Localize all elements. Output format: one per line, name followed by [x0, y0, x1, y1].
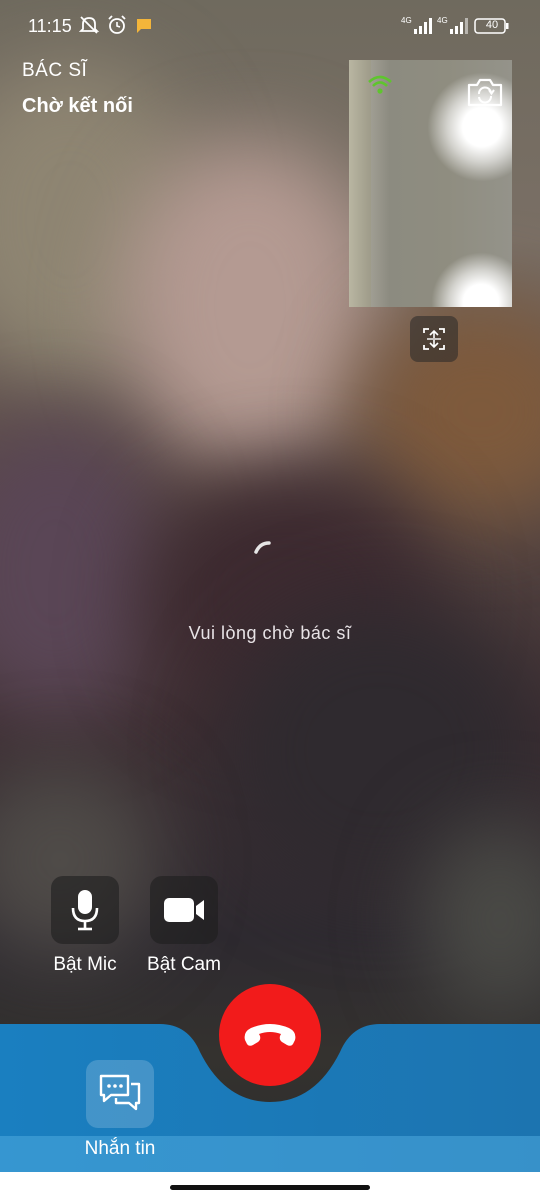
end-call-button[interactable]	[219, 984, 321, 1086]
chat-label: Nhắn tin	[84, 1138, 156, 1159]
signal-1-icon: 4G	[400, 16, 434, 41]
callee-role: BÁC SĨ	[22, 60, 88, 81]
camera-toggle-button[interactable]	[150, 876, 218, 944]
camera-toggle-label: Bật Cam	[147, 954, 221, 975]
chat-button[interactable]	[86, 1060, 154, 1128]
battery-level: 40	[485, 19, 499, 31]
swap-video-button[interactable]	[410, 316, 458, 362]
status-bar: 11:15 4G 4G 40	[0, 0, 540, 54]
notification-message-icon	[136, 18, 152, 39]
loading-spinner-icon	[254, 541, 271, 554]
switch-camera-icon[interactable]	[466, 76, 504, 113]
status-time: 11:15	[28, 16, 72, 36]
home-gesture-bar[interactable]	[170, 1185, 370, 1190]
chat-bubbles-icon	[99, 1074, 141, 1111]
ceiling-light	[431, 252, 512, 307]
svg-text:4G: 4G	[437, 16, 448, 25]
swap-video-icon	[423, 328, 445, 350]
signal-2-icon: 4G	[436, 16, 470, 41]
microphone-icon	[71, 890, 99, 931]
mute-icon	[78, 14, 100, 41]
mic-toggle-label: Bật Mic	[53, 954, 117, 975]
call-status: Chờ kết nối	[22, 95, 133, 117]
local-video-preview[interactable]	[349, 60, 512, 307]
alarm-icon	[106, 14, 128, 41]
mic-toggle-button[interactable]	[51, 876, 119, 944]
svg-text:4G: 4G	[401, 16, 412, 25]
video-camera-icon	[164, 898, 204, 922]
phone-hangup-icon	[244, 1024, 296, 1046]
connection-quality-icon	[367, 74, 393, 101]
waiting-message: Vui lòng chờ bác sĩ	[188, 623, 352, 643]
